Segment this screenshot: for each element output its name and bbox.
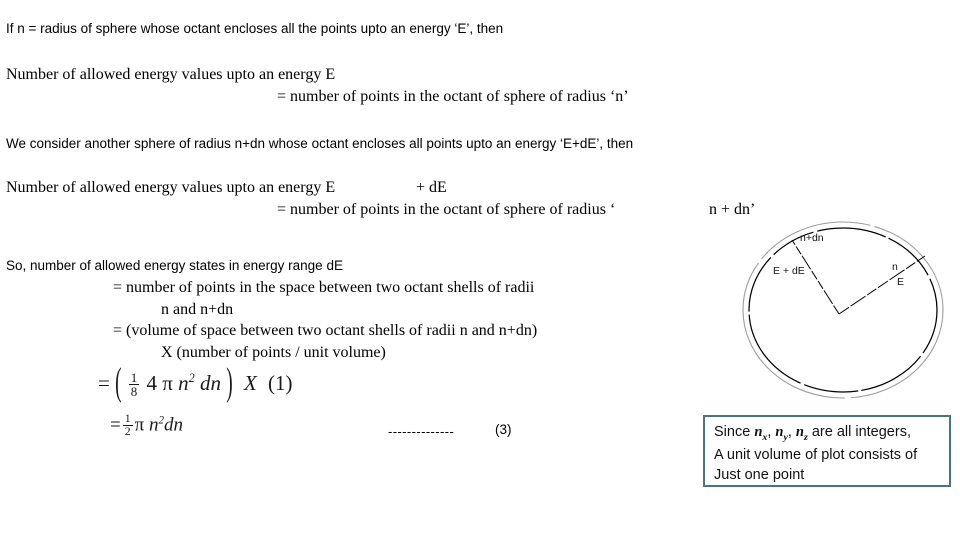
eq1-close-paren: ) — [226, 361, 233, 405]
eq1-differential-dn: dn — [200, 371, 221, 395]
equation-number-3: (3) — [495, 422, 512, 437]
diagram-label-E: E — [897, 276, 905, 288]
note-line1-suffix: are all integers, — [807, 424, 911, 440]
eq1-variable-n: n — [178, 371, 189, 395]
eq1-equation-number: (1) — [268, 371, 293, 395]
text-line-equals-points-octant-radius-n: = number of points in the octant of sphe… — [277, 88, 629, 105]
eq2-differential-dn: dn — [163, 414, 183, 436]
eq1-multiplier-X: X — [243, 371, 257, 395]
eq1-equals: = — [98, 371, 110, 395]
diagram-svg — [742, 221, 944, 399]
note-var-nz-base: n — [795, 424, 804, 440]
note-line-2: A unit volume of plot consists of — [714, 446, 918, 463]
eq2-frac-denominator: 2 — [122, 425, 133, 439]
text-line-times-number-of-points-per-unit-volume: X (number of points / unit volume) — [161, 344, 386, 361]
note-box: Since nx, ny, nz are all integers, A uni… — [703, 415, 951, 487]
eq1-frac-numerator: 1 — [130, 370, 138, 386]
text-line-number-allowed-energy-values-EdE: Number of allowed energy values upto an … — [6, 179, 336, 196]
eq2-pi-symbol: π — [134, 414, 145, 436]
equation-1: = ( 1 8 4 π n2 dn ) X (1) — [98, 362, 293, 405]
eq1-fraction-one-eighth: 1 8 — [128, 370, 140, 400]
note-sep-2: , — [787, 424, 796, 440]
text-fragment-n-plus-dn: n + dn’ — [709, 201, 756, 218]
text-line-equals-volume-of-space: = (volume of space between two octant sh… — [113, 322, 538, 339]
eq1-frac-denominator: 8 — [128, 384, 140, 400]
note-line-3: Just one point — [714, 467, 805, 484]
dashed-rule: -------------- — [388, 424, 455, 439]
diagram-label-E-plus-dE: E + dE — [773, 265, 805, 277]
text-line-if-n-radius: If n = radius of sphere whose octant enc… — [6, 21, 504, 36]
slide-canvas: If n = radius of sphere whose octant enc… — [0, 0, 960, 540]
text-line-n-and-n-plus-dn: n and n+dn — [161, 301, 234, 318]
radius-line-upper-right — [838, 255, 926, 315]
text-line-equals-points-octant-radius-open: = number of points in the octant of sphe… — [277, 201, 616, 218]
eq2-equals: = — [110, 414, 121, 436]
text-line-equals-points-space-between-shells: = number of points in the space between … — [113, 279, 535, 296]
eq1-coefficient: 4 — [146, 371, 158, 395]
text-fragment-plus-dE: + dE — [416, 179, 447, 196]
note-var-nz: nz — [795, 424, 808, 443]
diagram-label-n: n — [892, 261, 898, 273]
eq1-exponent: 2 — [188, 371, 195, 385]
note-line-1: Since nx, ny, nz are all integers, — [714, 422, 941, 445]
text-line-so-number-allowed-energy-states: So, number of allowed energy states in e… — [6, 258, 343, 273]
outer-circle-n-plus-dn — [742, 221, 944, 399]
note-line1-prefix: Since — [714, 424, 755, 440]
eq2-fraction-one-half: 12 — [122, 412, 133, 439]
text-line-number-allowed-energy-values-E: Number of allowed energy values upto an … — [6, 66, 336, 83]
eq2-frac-numerator: 1 — [124, 412, 131, 426]
diagram-label-n-plus-dn: n+dn — [800, 232, 824, 244]
eq1-pi-symbol: π — [162, 371, 173, 395]
inner-circle-n — [748, 227, 938, 393]
radius-line-upper-left — [791, 239, 840, 315]
note-var-nx: nx — [754, 424, 767, 443]
eq1-open-paren: ( — [115, 361, 122, 405]
text-line-we-consider-another-sphere: We consider another sphere of radius n+d… — [6, 136, 634, 151]
concentric-circles-diagram: n+dn E + dE n E — [735, 218, 955, 403]
note-var-ny: ny — [775, 424, 787, 443]
equation-2: = 1 2 π n2dn — [110, 412, 183, 439]
